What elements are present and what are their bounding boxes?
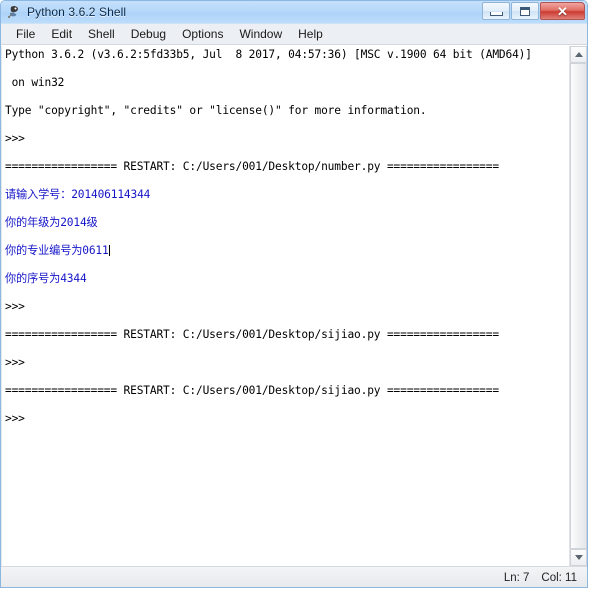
close-icon: ✕: [557, 3, 568, 19]
console-line: ================= RESTART: C:/Users/001/…: [5, 384, 499, 397]
status-bar: Ln: 7 Col: 11: [1, 566, 587, 587]
console-output[interactable]: Python 3.6.2 (v3.6.2:5fd33b5, Jul 8 2017…: [5, 48, 569, 440]
window-title: Python 3.6.2 Shell: [27, 5, 127, 19]
console-line: >>>: [5, 300, 32, 313]
console-line: 你的专业编号为0611: [5, 244, 110, 257]
console-line: ================= RESTART: C:/Users/001/…: [5, 160, 499, 173]
scroll-up-button[interactable]: [570, 46, 587, 63]
console-line: >>>: [5, 356, 32, 369]
shell-content: Python 3.6.2 (v3.6.2:5fd33b5, Jul 8 2017…: [1, 45, 587, 566]
minimize-icon: [489, 11, 503, 16]
console-line: Type "copyright", "credits" or "license(…: [5, 104, 427, 117]
scroll-down-arrow-icon: [574, 555, 583, 560]
vertical-scrollbar[interactable]: [569, 46, 587, 566]
menu-item-file[interactable]: File: [9, 26, 42, 42]
text-cursor: [108, 245, 110, 256]
maximize-button[interactable]: [511, 2, 539, 20]
menu-item-window[interactable]: Window: [232, 26, 289, 42]
menu-item-options[interactable]: Options: [175, 26, 230, 42]
scrollbar-thumb[interactable]: [570, 63, 587, 549]
console-line: on win32: [5, 76, 65, 89]
shell-text-area[interactable]: Python 3.6.2 (v3.6.2:5fd33b5, Jul 8 2017…: [1, 46, 569, 566]
scroll-up-arrow-icon: [574, 52, 583, 57]
console-line: Python 3.6.2 (v3.6.2:5fd33b5, Jul 8 2017…: [5, 48, 532, 61]
idle-shell-window: Python 3.6.2 Shell ✕ File Edit Shell Deb…: [0, 0, 588, 588]
menu-item-debug[interactable]: Debug: [124, 26, 173, 42]
minimize-button[interactable]: [482, 2, 510, 20]
menu-bar: File Edit Shell Debug Options Window Hel…: [1, 24, 587, 45]
status-column-number: Col: 11: [541, 571, 577, 584]
scroll-down-button[interactable]: [570, 549, 587, 566]
console-line: ================= RESTART: C:/Users/001/…: [5, 328, 499, 341]
title-bar: Python 3.6.2 Shell ✕: [1, 1, 587, 24]
menu-item-shell[interactable]: Shell: [81, 26, 122, 42]
maximize-icon: [520, 6, 530, 16]
console-line: 请输入学号：201406114344: [5, 188, 151, 201]
scrollbar-track[interactable]: [570, 63, 587, 549]
console-line: >>>: [5, 412, 32, 425]
python-idle-icon: [6, 4, 22, 20]
status-line-number: Ln: 7: [503, 571, 530, 584]
console-line: 你的年级为2014级: [5, 216, 98, 229]
menu-item-edit[interactable]: Edit: [44, 26, 79, 42]
console-line: 你的序号为4344: [5, 272, 87, 285]
window-controls: ✕: [481, 2, 585, 20]
close-button[interactable]: ✕: [540, 2, 585, 20]
console-line: >>>: [5, 132, 32, 145]
menu-item-help[interactable]: Help: [291, 26, 330, 42]
